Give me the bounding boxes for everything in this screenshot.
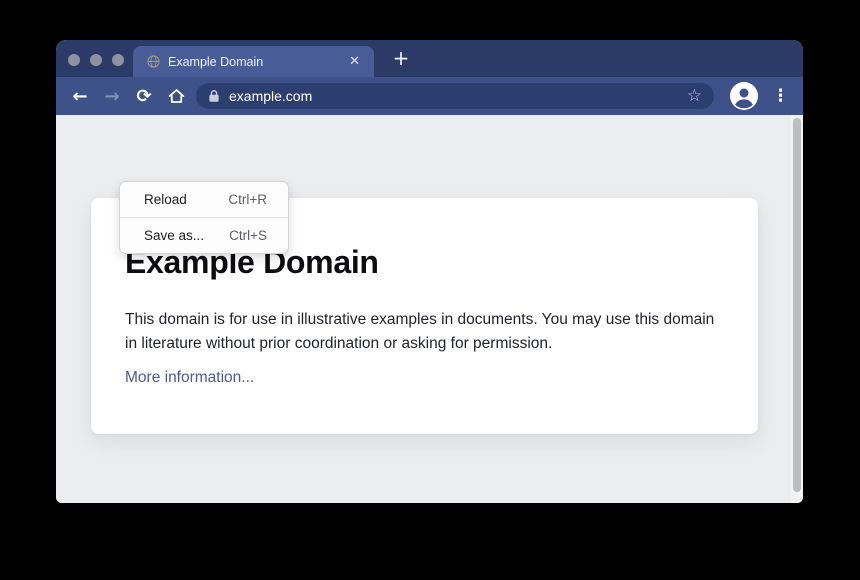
bookmark-star-icon[interactable]: ☆ (687, 88, 702, 105)
context-menu-item-reload[interactable]: Reload Ctrl+R (120, 182, 288, 217)
new-tab-button[interactable]: + (386, 44, 416, 74)
window-zoom-button[interactable] (112, 54, 124, 66)
back-icon[interactable]: ← (64, 80, 96, 112)
tab-title: Example Domain (168, 55, 349, 69)
forward-icon[interactable]: → (96, 80, 128, 112)
page-viewport: Example Domain This domain is for use in… (56, 115, 803, 503)
tab-strip: Example Domain ✕ + (56, 40, 803, 77)
scrollbar-thumb[interactable] (793, 118, 801, 492)
tab-close-icon[interactable]: ✕ (349, 55, 360, 68)
url-text[interactable]: example.com (229, 88, 312, 104)
context-menu-item-save-as[interactable]: Save as... Ctrl+S (120, 218, 288, 253)
menu-item-shortcut: Ctrl+R (228, 192, 267, 207)
menu-item-shortcut: Ctrl+S (229, 228, 267, 243)
context-menu: Reload Ctrl+R Save as... Ctrl+S (119, 181, 289, 254)
lock-icon[interactable] (208, 89, 220, 103)
address-bar[interactable]: example.com ☆ (196, 83, 714, 109)
tab-example-domain[interactable]: Example Domain ✕ (133, 46, 374, 77)
scrollbar-track[interactable] (791, 115, 803, 503)
desktop-background: Example Domain ✕ + ← → ⟳ example.c (0, 0, 860, 580)
globe-favicon-icon (147, 55, 160, 68)
reload-icon[interactable]: ⟳ (128, 80, 160, 112)
page-paragraph: This domain is for use in illustrative e… (125, 308, 715, 355)
menu-item-label: Save as... (144, 228, 204, 243)
menu-item-label: Reload (144, 192, 187, 207)
window-minimize-button[interactable] (90, 54, 102, 66)
browser-window: Example Domain ✕ + ← → ⟳ example.c (56, 40, 803, 503)
profile-avatar-icon[interactable] (730, 82, 758, 110)
home-icon[interactable] (160, 80, 192, 112)
kebab-menu-icon[interactable]: ⋮ (772, 86, 789, 106)
browser-toolbar: ← → ⟳ example.com ☆ (56, 77, 803, 115)
window-close-button[interactable] (68, 54, 80, 66)
more-information-link[interactable]: More information... (125, 369, 254, 387)
